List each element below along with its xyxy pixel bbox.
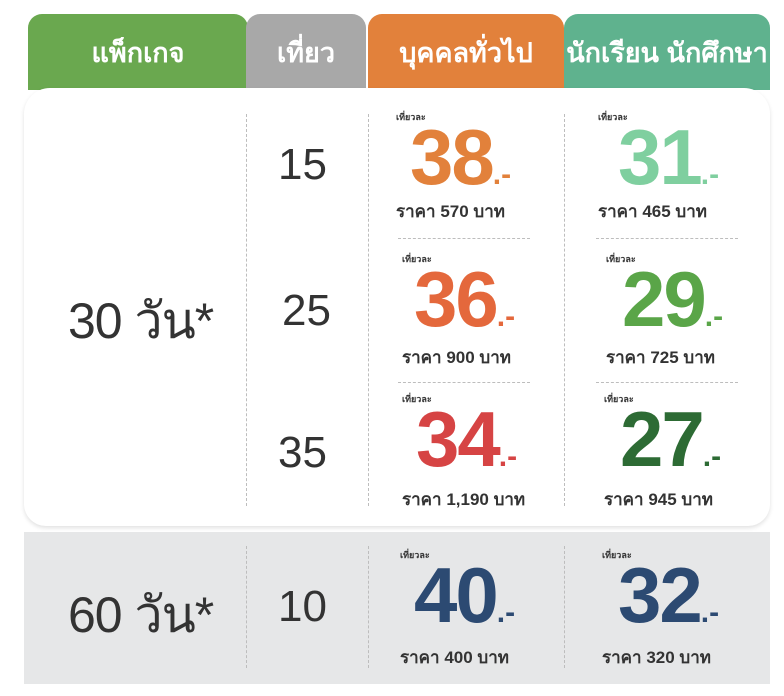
package-total-price: ราคา 1,190 บาท [402,490,526,509]
price-suffix: .- [700,158,720,191]
price-suffix: .- [702,440,722,473]
price-suffix: .- [496,596,516,629]
per-trip-price: 36.- [414,260,515,356]
price-table: แพ็กเกจ เที่ยว บุคคลทั่วไป นักเรียน นักศ… [24,0,770,684]
package-total-price: ราคา 570 บาท [396,202,505,221]
divider [564,546,565,668]
package-label-60-days: 60 วัน* [68,587,214,643]
trip-count: 25 [282,286,331,335]
header-trips: เที่ยว [246,14,366,90]
per-trip-price: 32.- [618,556,719,652]
divider [368,114,369,506]
per-trip-price: 34.- [416,400,517,496]
divider [596,382,738,383]
package-total-price: ราคา 400 บาท [400,648,509,667]
trip-count: 35 [278,428,327,477]
price-suffix: .- [498,440,518,473]
per-trip-price: 29.- [622,260,723,356]
divider [368,546,369,668]
price-value: 34 [416,395,501,483]
divider [246,114,247,506]
package-label-30-days: 30 วัน* [68,293,214,349]
per-trip-price: 27.- [620,400,721,496]
divider [398,238,530,239]
trip-count: 15 [278,140,327,189]
header-student: นักเรียน นักศึกษา [564,14,770,90]
price-value: 27 [620,395,705,483]
package-total-price: ราคา 900 บาท [402,348,511,367]
package-total-price: ราคา 725 บาท [606,348,715,367]
header-package: แพ็กเกจ [28,14,248,90]
price-value: 32 [618,551,703,639]
package-total-price: ราคา 320 บาท [602,648,711,667]
divider [564,114,565,506]
package-total-price: ราคา 465 บาท [598,202,707,221]
price-value: 31 [618,113,703,201]
price-value: 29 [622,255,707,343]
price-value: 36 [414,255,499,343]
price-suffix: .- [704,300,724,333]
divider [246,546,247,668]
header-general-public: บุคคลทั่วไป [368,14,564,90]
trip-count: 10 [278,582,327,631]
price-suffix: .- [496,300,516,333]
divider [596,238,738,239]
price-value: 38 [410,113,495,201]
package-total-price: ราคา 945 บาท [604,490,713,509]
divider [398,382,530,383]
price-suffix: .- [700,596,720,629]
price-suffix: .- [492,158,512,191]
per-trip-price: 40.- [414,556,515,652]
price-value: 40 [414,551,499,639]
